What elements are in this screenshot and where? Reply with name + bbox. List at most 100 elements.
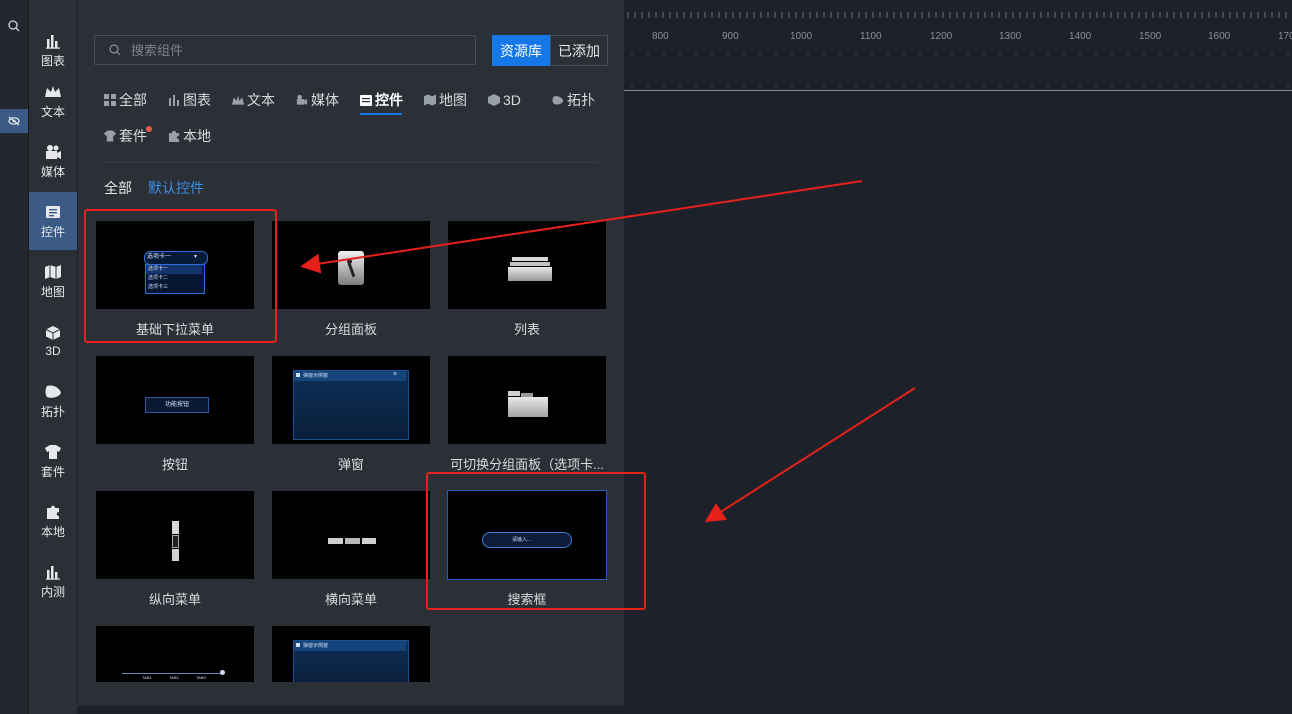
component-card-list[interactable]: 列表 — [447, 220, 607, 338]
grid-dot — [855, 71, 857, 73]
component-card-button[interactable]: 功能按钮 按钮 — [95, 355, 255, 473]
grid-dot — [951, 53, 953, 55]
search-box[interactable] — [94, 35, 476, 65]
grid-dot — [839, 53, 841, 55]
grid-icon — [104, 94, 116, 106]
button-preview-label: 功能按钮 — [164, 402, 189, 408]
timeline-label: TAB3 — [196, 675, 206, 680]
grid-dot — [759, 53, 761, 55]
grid-dot — [871, 53, 873, 55]
filter-all[interactable]: 全部 — [104, 178, 132, 198]
grid-dot — [919, 53, 921, 55]
grid-dot — [935, 85, 937, 87]
nav-item-suite[interactable]: 套件 — [29, 432, 77, 490]
design-canvas[interactable] — [624, 91, 1292, 714]
tab-resource-library[interactable]: 资源库 — [492, 35, 550, 66]
grid-dot — [935, 53, 937, 55]
component-card-popup[interactable]: 弹窗示例窗 × 弹窗 — [271, 355, 431, 473]
grid-dot — [839, 85, 841, 87]
bar-chart-icon — [168, 94, 180, 106]
grid-dot — [1207, 71, 1209, 73]
grid-dot — [855, 85, 857, 87]
category-label: 媒体 — [311, 92, 339, 108]
grid-dot — [1127, 71, 1129, 73]
grid-dot — [1127, 85, 1129, 87]
grid-dot — [1079, 85, 1081, 87]
nav-item-3d[interactable]: 3D — [29, 312, 77, 370]
grid-dot — [743, 53, 745, 55]
card-thumbnail: TAB1 TAB2 TAB3 — [95, 625, 255, 683]
popup-preview-title: 弹窗示例窗 — [303, 373, 329, 379]
grid-dot — [663, 71, 665, 73]
search-input[interactable] — [129, 41, 453, 59]
grid-dot — [1287, 71, 1289, 73]
grid-dot — [711, 85, 713, 87]
grid-dot — [759, 71, 761, 73]
component-card-timeline[interactable]: TAB1 TAB2 TAB3 — [95, 625, 255, 683]
eye-off-icon[interactable] — [0, 109, 28, 133]
card-thumbnail — [95, 490, 255, 580]
grid-dot — [1223, 71, 1225, 73]
component-card-horizontal-menu[interactable]: 横向菜单 — [271, 490, 431, 608]
grid-dot — [1143, 71, 1145, 73]
grid-dot — [951, 85, 953, 87]
component-card-switchable-group-panel[interactable]: 可切换分组面板（选项卡... — [447, 355, 607, 473]
card-thumbnail: 选项卡一 ▾ 选项卡一 选项卡二 选项卡三 — [95, 220, 255, 310]
grid-dot — [1191, 53, 1193, 55]
grid-dot — [743, 71, 745, 73]
component-card-basic-dropdown[interactable]: 选项卡一 ▾ 选项卡一 选项卡二 选项卡三 基础下拉菜单 — [95, 220, 255, 338]
category-map[interactable]: 地图 — [424, 90, 467, 110]
grid-dot — [1063, 85, 1065, 87]
nav-item-map[interactable]: 地图 — [29, 252, 77, 310]
grid-dot — [807, 71, 809, 73]
category-suite[interactable]: 套件 — [104, 126, 152, 146]
nav-item-topology[interactable]: 拓扑 — [29, 372, 77, 430]
grid-dot — [631, 53, 633, 55]
nav-label: 拓扑 — [40, 404, 65, 419]
category-chart[interactable]: 图表 — [168, 90, 211, 110]
grid-dot — [711, 53, 713, 55]
map-icon — [424, 94, 436, 106]
component-card-vertical-menu[interactable]: 纵向菜单 — [95, 490, 255, 608]
grid-dot — [1239, 85, 1241, 87]
grid-dot — [679, 85, 681, 87]
category-widget[interactable]: 控件 — [360, 90, 403, 110]
nav-label: 3D — [45, 344, 61, 358]
nav-item-beta[interactable]: 内测 — [29, 552, 77, 610]
category-topology[interactable]: 拓扑 — [552, 90, 595, 110]
grid-dot — [983, 85, 985, 87]
nav-label: 图表 — [40, 53, 65, 68]
tab-added[interactable]: 已添加 — [550, 35, 608, 66]
grid-dot — [1015, 71, 1017, 73]
search-icon[interactable] — [0, 16, 28, 36]
nav-item-local[interactable]: 本地 — [29, 492, 77, 550]
category-all[interactable]: 全部 — [104, 90, 147, 110]
grid-dot — [1207, 85, 1209, 87]
ruler-tick-label: 900 — [722, 31, 739, 42]
widget-icon — [360, 94, 372, 106]
grid-dot — [1063, 53, 1065, 55]
grid-dot — [1287, 85, 1289, 87]
nav-item-chart[interactable]: 图表 — [29, 21, 77, 79]
card-title: 弹窗 — [337, 457, 364, 472]
component-card-popup-2[interactable]: 弹窗示例窗 — [271, 625, 431, 683]
category-local[interactable]: 本地 — [168, 126, 211, 146]
grid-dot — [791, 53, 793, 55]
component-card-search-box[interactable]: 请输入... 搜索框 — [447, 490, 607, 608]
grid-dot — [823, 53, 825, 55]
category-label: 地图 — [439, 92, 467, 108]
nav-item-widget[interactable]: 控件 — [29, 192, 77, 250]
component-nav: 图表 文本 媒体 控件 地图 3D 拓扑 套件 本地 内测 — [29, 0, 77, 714]
grid-dot — [711, 71, 713, 73]
category-media[interactable]: 媒体 — [296, 90, 339, 110]
category-text[interactable]: 文本 — [232, 90, 275, 110]
nav-item-text[interactable]: 文本 — [29, 72, 77, 130]
nav-item-media[interactable]: 媒体 — [29, 132, 77, 190]
category-3d[interactable]: 3D — [488, 90, 521, 110]
component-card-group-panel[interactable]: 分组面板 — [271, 220, 431, 338]
grid-dot — [631, 71, 633, 73]
card-thumbnail — [271, 220, 431, 310]
filter-default-widgets[interactable]: 默认控件 — [148, 178, 204, 198]
grid-dot — [647, 53, 649, 55]
category-label: 拓扑 — [567, 92, 595, 108]
